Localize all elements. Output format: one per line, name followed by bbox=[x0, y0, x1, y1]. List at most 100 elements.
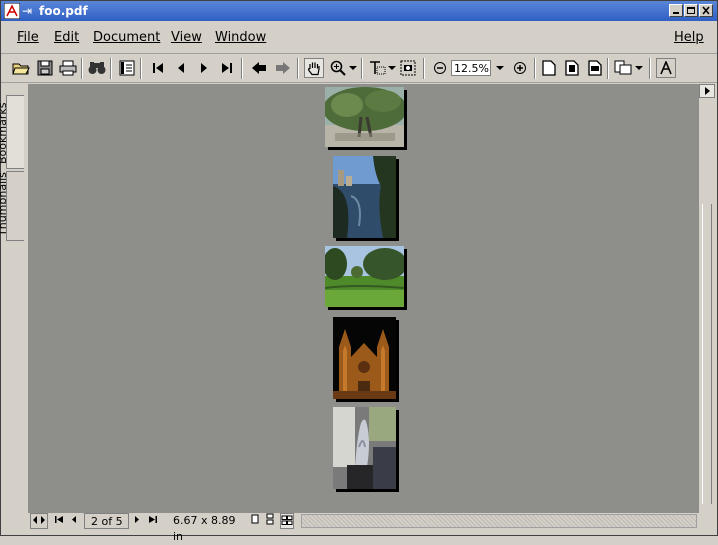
page-thumbnail-5[interactable] bbox=[333, 407, 396, 489]
save-disk-icon bbox=[37, 60, 53, 76]
page-thumbnail-2[interactable] bbox=[333, 156, 396, 238]
document-properties-icon bbox=[119, 60, 135, 76]
horizontal-scrollbar[interactable] bbox=[301, 514, 697, 528]
last-page-icon bbox=[149, 516, 157, 523]
rotate-view-dropdown[interactable] bbox=[633, 58, 645, 78]
menu-document-label: Document bbox=[93, 30, 161, 45]
menu-window[interactable]: Window bbox=[215, 30, 266, 45]
snapshot-tool-button[interactable] bbox=[398, 58, 418, 78]
photo-park bbox=[325, 246, 404, 307]
maximize-icon bbox=[687, 7, 695, 14]
menu-help[interactable]: Help bbox=[674, 30, 704, 45]
toolbar-separator bbox=[607, 58, 609, 79]
next-page-button[interactable] bbox=[194, 58, 214, 78]
toolbar bbox=[1, 55, 717, 83]
vertical-scroll-track[interactable] bbox=[702, 204, 712, 504]
maximize-button[interactable] bbox=[684, 4, 698, 17]
toolbar-separator bbox=[110, 58, 112, 79]
pin-icon[interactable]: ⇥ bbox=[22, 3, 36, 19]
fit-width-button[interactable] bbox=[585, 58, 605, 78]
menu-file-label: File bbox=[17, 30, 39, 45]
hand-icon bbox=[307, 62, 320, 76]
previous-page-button[interactable] bbox=[171, 58, 191, 78]
facing-layout-button[interactable] bbox=[280, 513, 294, 529]
toolbar-separator bbox=[81, 58, 83, 79]
close-button[interactable] bbox=[699, 4, 713, 17]
zoom-level-dropdown[interactable] bbox=[492, 58, 508, 78]
next-page-icon bbox=[135, 516, 139, 523]
acrobat-logo-button[interactable] bbox=[656, 58, 676, 78]
document-properties-button[interactable] bbox=[117, 58, 137, 78]
tab-bookmarks[interactable]: Bookmarks bbox=[0, 95, 24, 169]
vertical-scrollbar[interactable] bbox=[699, 84, 715, 513]
tab-thumbnails[interactable]: Thumbnails bbox=[0, 171, 24, 241]
open-button[interactable] bbox=[11, 58, 31, 78]
actual-size-button[interactable] bbox=[539, 58, 559, 78]
rotate-pages-icon bbox=[614, 60, 632, 75]
save-button[interactable] bbox=[35, 58, 55, 78]
zoom-out-button[interactable] bbox=[430, 58, 450, 78]
continuous-layout-button[interactable] bbox=[265, 513, 277, 529]
status-previous-page-button[interactable] bbox=[68, 513, 82, 529]
print-button[interactable] bbox=[58, 58, 78, 78]
menu-help-label: Help bbox=[674, 30, 704, 45]
document-viewport[interactable] bbox=[28, 84, 699, 513]
toolbar-separator bbox=[361, 58, 363, 79]
scroll-right-pane-button[interactable] bbox=[699, 84, 715, 98]
last-page-icon bbox=[222, 63, 232, 73]
photo-sculpture bbox=[333, 407, 396, 489]
title-bar[interactable]: ⇥ foo.pdf bbox=[1, 1, 717, 21]
first-page-icon bbox=[153, 63, 163, 73]
zoom-tool-dropdown[interactable] bbox=[347, 58, 359, 78]
fit-page-button[interactable] bbox=[562, 58, 582, 78]
status-last-page-button[interactable] bbox=[147, 513, 161, 529]
chevron-down-icon bbox=[349, 66, 357, 70]
tab-thumbnails-label: Thumbnails bbox=[0, 172, 9, 236]
menu-view[interactable]: View bbox=[171, 30, 202, 45]
page-number-value: 2 of 5 bbox=[91, 515, 123, 528]
zoom-in-button[interactable] bbox=[510, 58, 530, 78]
chevron-down-icon bbox=[496, 66, 504, 70]
zoom-out-icon bbox=[434, 62, 446, 74]
menu-window-label: Window bbox=[215, 30, 267, 45]
status-first-page-button[interactable] bbox=[53, 513, 67, 529]
page-thumbnail-3[interactable] bbox=[325, 246, 404, 307]
single-page-icon bbox=[251, 514, 259, 524]
last-page-button[interactable] bbox=[217, 58, 237, 78]
single-page-layout-button[interactable] bbox=[250, 513, 262, 529]
status-next-page-button[interactable] bbox=[131, 513, 145, 529]
first-page-icon bbox=[55, 516, 63, 523]
open-folder-icon bbox=[12, 63, 30, 75]
menu-file[interactable]: File bbox=[17, 30, 39, 45]
page-thumbnail-1[interactable] bbox=[325, 87, 404, 147]
photo-river bbox=[333, 156, 396, 238]
first-page-button[interactable] bbox=[148, 58, 168, 78]
page-size-readout: 6.67 x 8.89 in bbox=[173, 513, 248, 543]
photo-tree bbox=[325, 87, 404, 147]
app-window: ⇥ foo.pdf File Edit Document View Window… bbox=[0, 0, 718, 543]
toolbar-separator bbox=[297, 58, 299, 79]
window-title: foo.pdf bbox=[39, 4, 88, 18]
go-back-button[interactable] bbox=[249, 58, 269, 78]
zoom-level-input[interactable]: 12.5% bbox=[451, 60, 491, 76]
navigation-pane-toggle[interactable] bbox=[30, 513, 48, 529]
continuous-page-icon bbox=[266, 513, 274, 525]
find-button[interactable] bbox=[87, 58, 107, 78]
page-number-field[interactable]: 2 of 5 bbox=[84, 513, 129, 529]
zoom-tool-button[interactable] bbox=[328, 58, 348, 78]
text-select-tool-button[interactable] bbox=[367, 58, 387, 78]
toolbar-separator bbox=[241, 58, 243, 79]
select-tool-dropdown[interactable] bbox=[386, 58, 398, 78]
menu-document[interactable]: Document bbox=[93, 30, 160, 45]
text-select-icon bbox=[370, 61, 386, 75]
menu-edit[interactable]: Edit bbox=[54, 30, 79, 45]
minimize-icon bbox=[673, 12, 679, 14]
page-thumbnail-4[interactable] bbox=[333, 317, 396, 399]
previous-page-icon bbox=[178, 63, 184, 73]
hand-tool-button[interactable] bbox=[304, 58, 324, 78]
actual-size-page-icon bbox=[542, 60, 556, 76]
rotate-view-button[interactable] bbox=[613, 58, 633, 78]
minimize-button[interactable] bbox=[669, 4, 683, 17]
go-forward-button[interactable] bbox=[273, 58, 293, 78]
chevron-down-icon bbox=[635, 66, 643, 70]
